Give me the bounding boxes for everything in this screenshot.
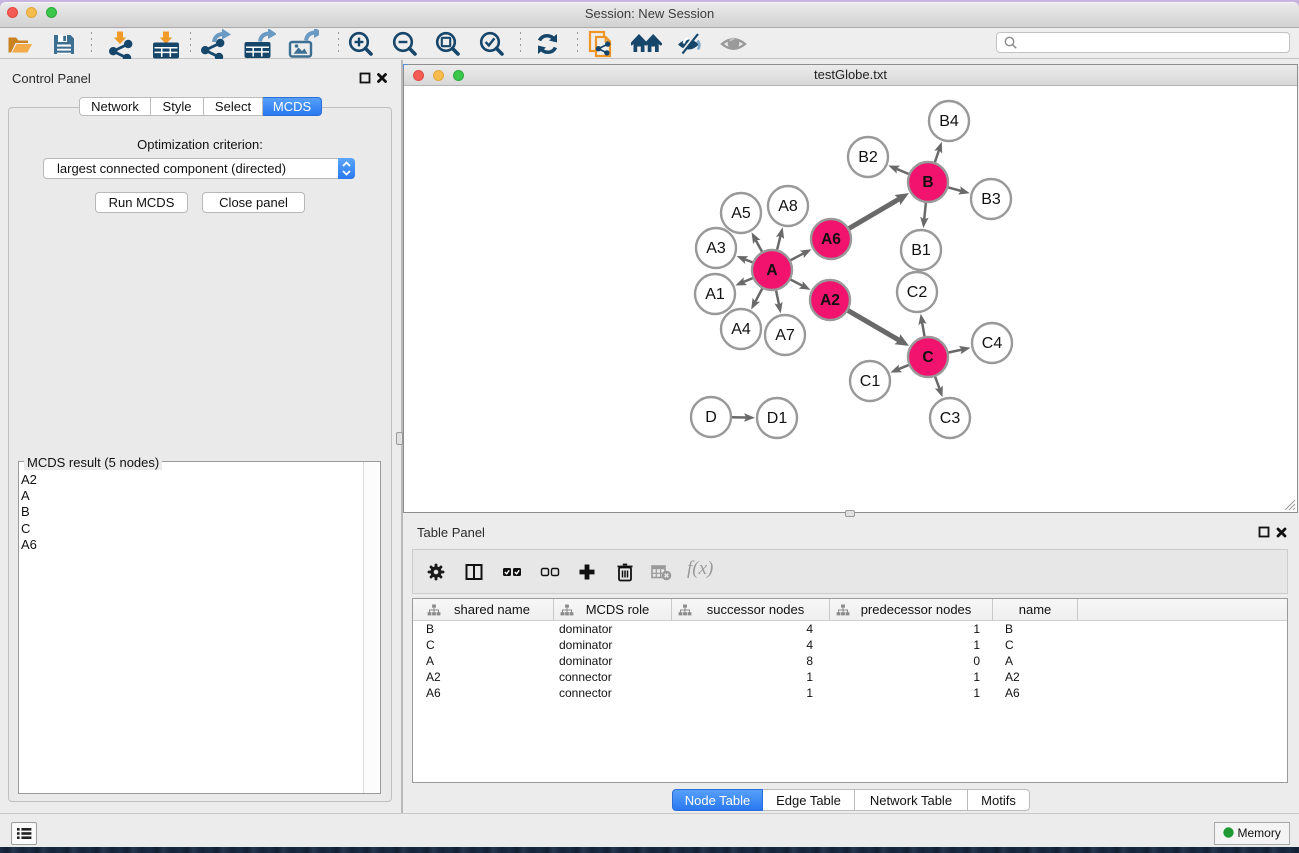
svg-text:D1: D1: [767, 410, 788, 427]
svg-text:C3: C3: [940, 410, 961, 427]
svg-text:C1: C1: [860, 373, 881, 390]
svg-text:A5: A5: [731, 205, 751, 222]
svg-text:C2: C2: [907, 284, 928, 301]
svg-text:A3: A3: [706, 240, 726, 257]
svg-text:A8: A8: [778, 198, 798, 215]
svg-text:A7: A7: [775, 327, 795, 344]
svg-text:B: B: [922, 174, 933, 191]
svg-text:A2: A2: [820, 292, 840, 309]
svg-text:A: A: [766, 262, 777, 279]
svg-text:A6: A6: [821, 231, 841, 248]
svg-text:C4: C4: [982, 335, 1003, 352]
svg-text:A4: A4: [731, 321, 751, 338]
svg-text:B3: B3: [981, 191, 1001, 208]
svg-text:D: D: [705, 409, 717, 426]
svg-text:C: C: [922, 349, 933, 366]
svg-text:B1: B1: [911, 242, 931, 259]
svg-text:A1: A1: [705, 286, 725, 303]
svg-text:B2: B2: [858, 149, 878, 166]
svg-text:B4: B4: [939, 113, 959, 130]
